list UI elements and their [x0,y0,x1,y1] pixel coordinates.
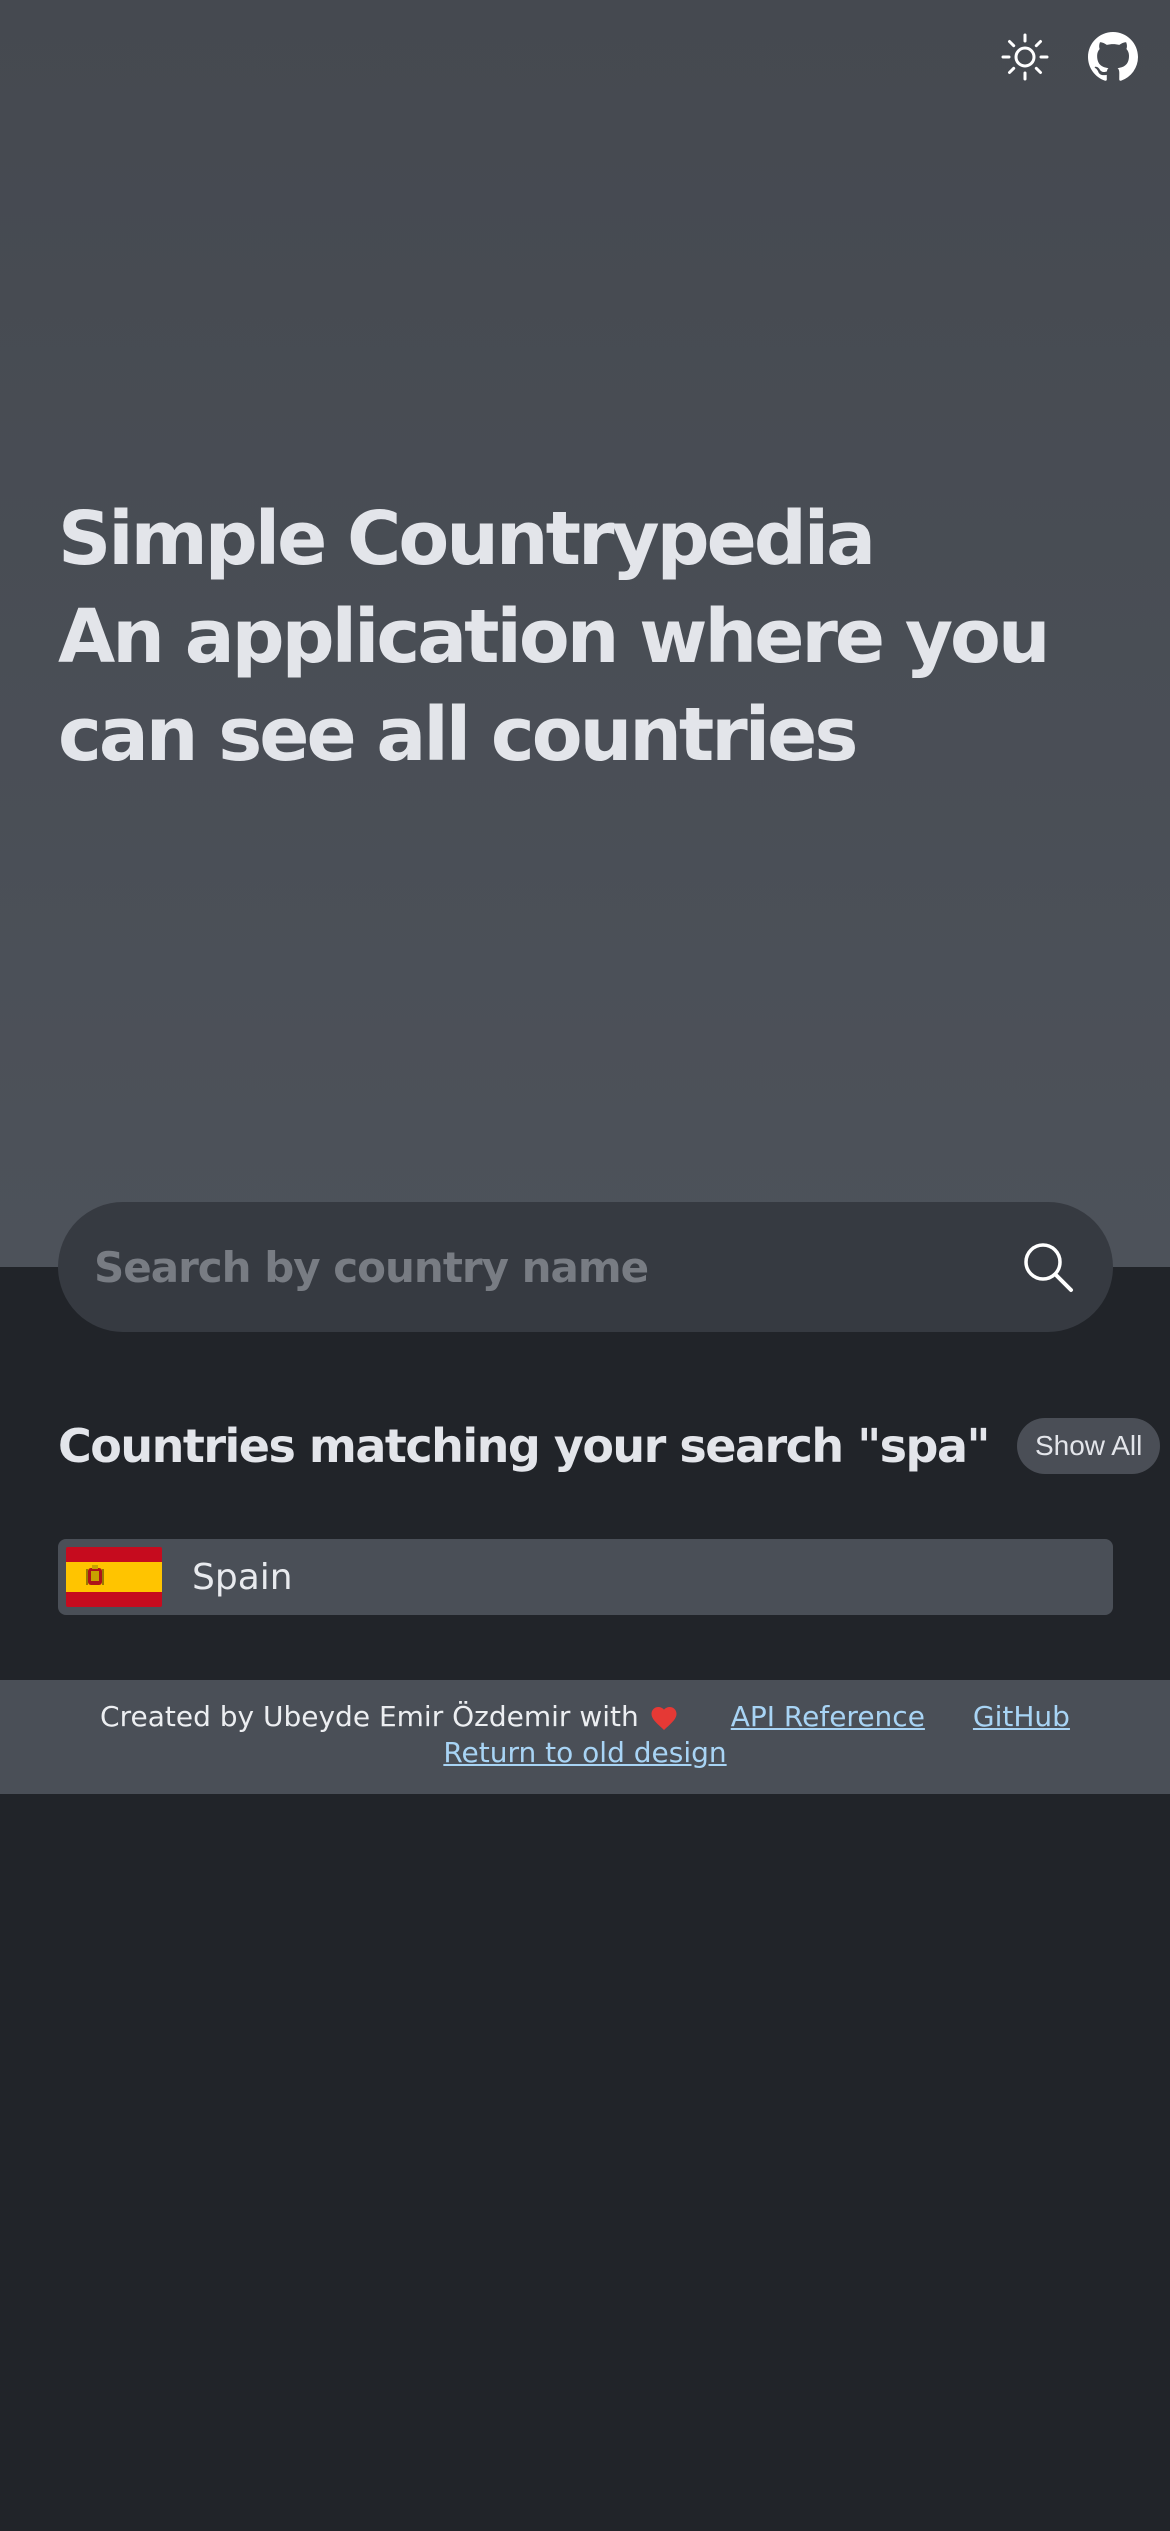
hero-heading: Simple Countrypedia An application where… [58,490,1138,784]
show-all-button[interactable]: Show All [1016,1418,1161,1474]
footer-line: Created by Ubeyde Emir Özdemir with API … [0,1700,1170,1733]
theme-toggle-button[interactable] [998,30,1052,84]
search-input[interactable] [58,1201,983,1333]
hero-subtitle: An application where you can see all cou… [58,594,1051,778]
api-reference-link[interactable]: API Reference [731,1700,925,1733]
old-design-link[interactable]: Return to old design [443,1736,726,1769]
list-item[interactable]: Spain [58,1539,1113,1615]
footer: Created by Ubeyde Emir Özdemir with API … [0,1680,1170,1794]
github-link[interactable]: GitHub [973,1700,1070,1733]
footer-credit: Created by Ubeyde Emir Özdemir with [100,1700,639,1733]
search-bar [58,1201,1113,1333]
sun-icon [1001,33,1049,81]
search-button[interactable] [983,1202,1113,1332]
hero-section: Simple Countrypedia An application where… [0,0,1170,1267]
github-icon [1088,32,1138,81]
results-header: Countries matching your search "spa" Sho… [58,1418,1161,1474]
hero-title: Simple Countrypedia [58,496,876,582]
country-name: Spain [192,1556,293,1598]
top-icons [998,30,1140,84]
heart-icon [649,1703,679,1731]
results-title: Countries matching your search "spa" [58,1419,990,1473]
search-icon [1024,1243,1073,1292]
spain-flag [66,1547,162,1607]
github-link-button[interactable] [1086,30,1140,84]
